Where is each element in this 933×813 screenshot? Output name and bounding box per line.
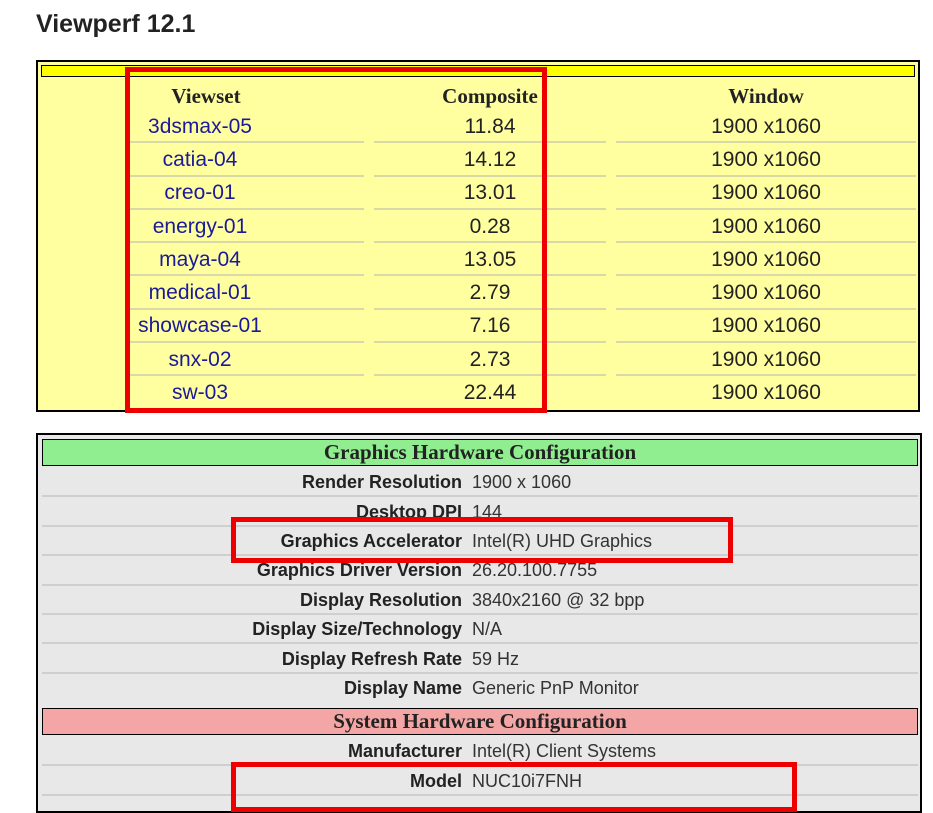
page-title: Viewperf 12.1 (36, 10, 196, 38)
window-size: 1900 x1060 (711, 181, 821, 205)
table-row: Display Resolution 3840x2160 @ 32 bpp (42, 586, 918, 615)
graphics-config-header: Graphics Hardware Configuration (42, 439, 918, 466)
window-size: 1900 x1060 (711, 381, 821, 405)
window-size: 1900 x1060 (711, 247, 821, 271)
table-row: Display Size/Technology N/A (42, 615, 918, 645)
window-size: 1900 x1060 (711, 114, 821, 138)
config-value: N/A (472, 619, 503, 640)
table-row: Display Name Generic PnP Monitor (42, 674, 918, 703)
config-key: Display Size/Technology (252, 619, 462, 640)
system-config-header: System Hardware Configuration (42, 708, 918, 735)
table-row: Display Refresh Rate 59 Hz (42, 644, 918, 674)
config-key: Display Refresh Rate (281, 648, 462, 669)
hardware-config-table: Graphics Hardware Configuration Render R… (36, 433, 922, 813)
config-value: 59 Hz (472, 648, 520, 669)
window-size: 1900 x1060 (711, 347, 821, 371)
window-size: 1900 x1060 (711, 214, 821, 238)
highlight-box-model (231, 762, 797, 812)
config-value: 3840x2160 @ 32 bpp (472, 589, 645, 610)
config-value: 1900 x 1060 (472, 472, 572, 493)
highlight-box-graphics-accelerator (231, 517, 733, 563)
table-row: Render Resolution 1900 x 1060 (42, 468, 918, 498)
highlight-box-results (125, 67, 547, 413)
config-key: Render Resolution (301, 472, 462, 493)
column-header-window: Window (728, 83, 804, 108)
window-size: 1900 x1060 (711, 281, 821, 305)
config-key: Display Name (343, 677, 462, 698)
window-size: 1900 x1060 (711, 314, 821, 338)
window-size: 1900 x1060 (711, 147, 821, 171)
config-key: Display Resolution (299, 589, 462, 610)
config-value: Generic PnP Monitor (472, 677, 639, 698)
